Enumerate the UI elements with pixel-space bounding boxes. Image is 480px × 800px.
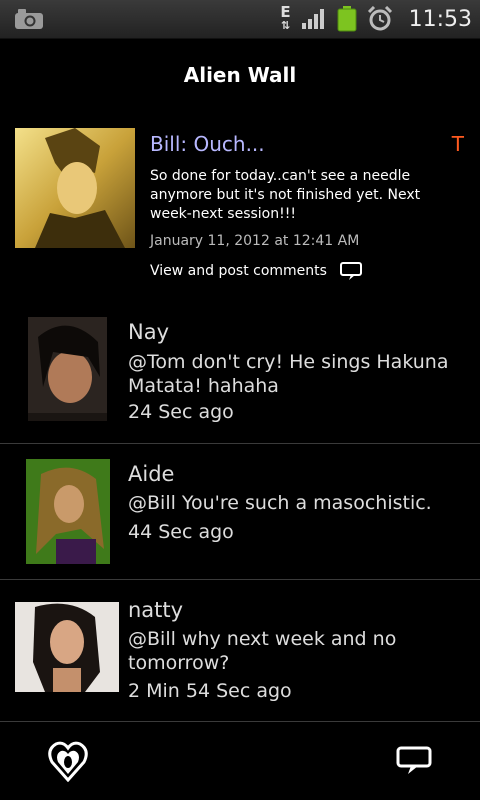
comment-item: Aide @Bill You're such a masochistic. 44… — [0, 444, 480, 580]
page-title: Alien Wall — [183, 63, 297, 87]
view-comments-label: View and post comments — [150, 263, 327, 279]
alarm-icon — [367, 6, 392, 31]
comment-bubble-icon — [339, 262, 362, 280]
bottom-bar — [0, 722, 480, 800]
comment-time: 2 Min 54 Sec ago — [128, 680, 292, 702]
comment-author[interactable]: natty — [128, 598, 183, 622]
post-marker: T — [451, 132, 464, 156]
comment-text: @Bill why next week and no tomorrow? — [128, 628, 397, 674]
comment-item: natty @Bill why next week and no tomorro… — [0, 580, 480, 722]
avatar[interactable] — [28, 317, 107, 421]
status-time: 11:53 — [408, 6, 472, 32]
view-comments-link[interactable]: View and post comments — [150, 261, 363, 281]
post-photo[interactable] — [15, 128, 135, 248]
comment-author[interactable]: Aide — [128, 462, 174, 486]
status-bar: E ⇅ 11:53 — [0, 0, 480, 39]
avatar[interactable] — [15, 602, 119, 692]
header: Alien Wall — [0, 38, 480, 112]
avatar[interactable] — [26, 459, 110, 564]
comment-text: @Bill You're such a masochistic. — [128, 492, 432, 514]
post-date: January 11, 2012 at 12:41 AM — [150, 233, 360, 249]
alien-heart-icon[interactable] — [48, 740, 88, 782]
comment-text: @Tom don't cry! He sings Hakuna Matata! … — [128, 351, 449, 397]
camera-icon — [14, 8, 44, 34]
comment-icon[interactable] — [396, 746, 432, 776]
post-title[interactable]: Bill: Ouch... — [150, 132, 265, 156]
comment-item: Nay @Tom don't cry! He sings Hakuna Mata… — [0, 298, 480, 444]
post-body: So done for today..can't see a needle an… — [150, 168, 421, 222]
comment-author[interactable]: Nay — [128, 320, 169, 344]
battery-icon — [337, 6, 357, 32]
comment-time: 24 Sec ago — [128, 401, 234, 423]
signal-icon — [301, 9, 324, 29]
comment-time: 44 Sec ago — [128, 521, 234, 543]
edge-data-icon: E ⇅ — [280, 3, 291, 33]
wall-post: Bill: Ouch... T So done for today..can't… — [0, 112, 480, 298]
